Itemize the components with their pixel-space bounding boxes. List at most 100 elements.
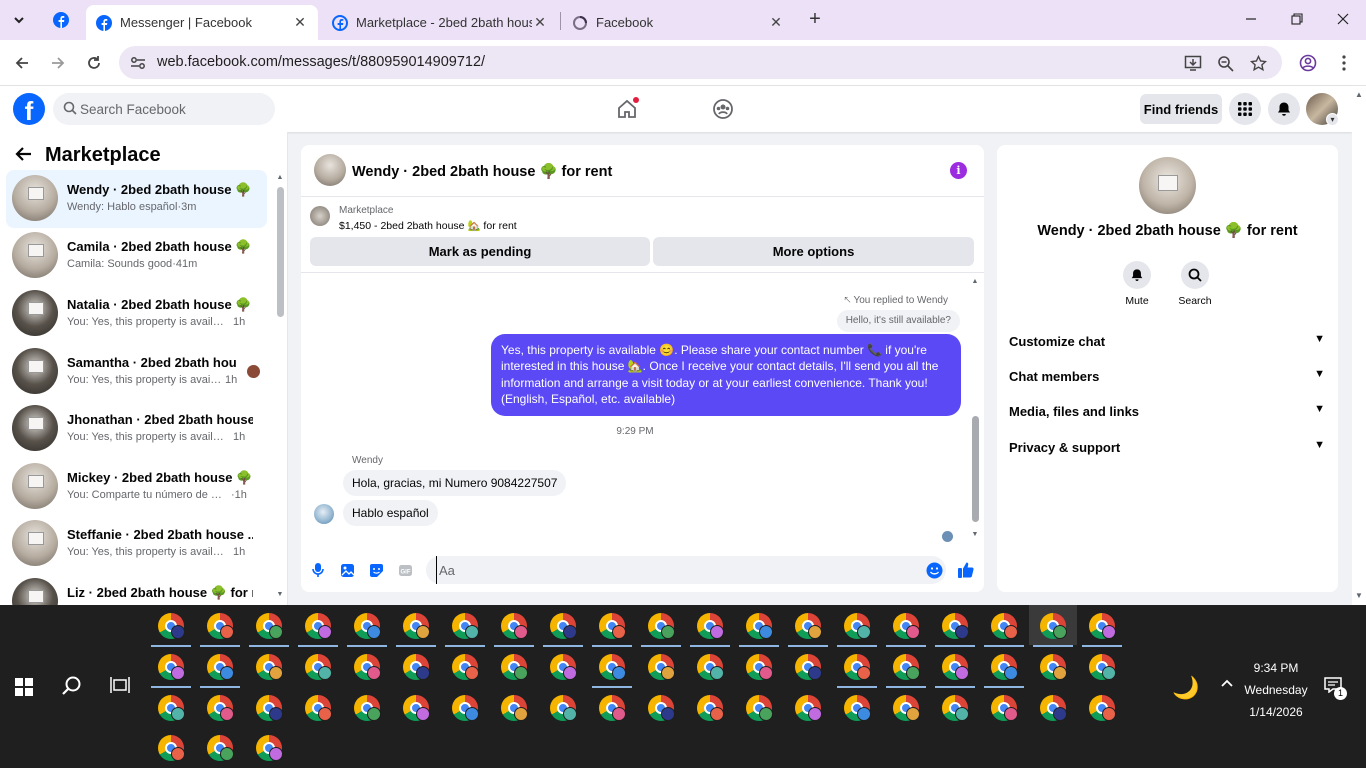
menu-button[interactable] bbox=[1229, 93, 1261, 125]
chrome-profile-icon[interactable] bbox=[1040, 654, 1067, 680]
back-arrow-icon[interactable] bbox=[14, 144, 34, 170]
chrome-profile-icon[interactable] bbox=[207, 695, 234, 721]
conversation-item[interactable]: Natalia · 2bed 2bath house 🌳 f... You: Y… bbox=[6, 285, 267, 343]
page-scrollbar[interactable]: ▲ ▼ bbox=[1352, 86, 1366, 605]
chrome-profile-icon[interactable] bbox=[403, 654, 430, 680]
chrome-profile-icon[interactable] bbox=[648, 695, 675, 721]
site-settings-icon[interactable] bbox=[129, 54, 147, 72]
message-input-box[interactable] bbox=[426, 556, 946, 584]
restore-button[interactable] bbox=[1286, 8, 1308, 30]
chrome-profile-icon[interactable] bbox=[501, 695, 528, 721]
scroll-up-arrow[interactable]: ▲ bbox=[971, 278, 979, 285]
chrome-profile-icon[interactable] bbox=[844, 654, 871, 680]
scroll-up-arrow[interactable]: ▲ bbox=[276, 174, 284, 181]
tab-marketplace[interactable]: Marketplace - 2bed 2bath house ✕ bbox=[322, 5, 558, 40]
chrome-profile-icon[interactable] bbox=[207, 735, 234, 761]
more-options-button[interactable]: More options bbox=[653, 237, 974, 266]
chat-avatar[interactable] bbox=[314, 154, 346, 186]
scrollbar-thumb[interactable] bbox=[972, 416, 979, 522]
reply-quote[interactable]: Hello, it's still available? bbox=[836, 310, 960, 332]
chrome-profile-icon[interactable] bbox=[256, 695, 283, 721]
message-input[interactable] bbox=[436, 556, 916, 584]
chrome-profile-icon[interactable] bbox=[550, 613, 577, 639]
chrome-profile-icon[interactable] bbox=[501, 613, 528, 639]
chrome-profile-icon[interactable] bbox=[1040, 695, 1067, 721]
pinned-tab-facebook[interactable] bbox=[48, 8, 74, 32]
chrome-profile-icon[interactable] bbox=[158, 695, 185, 721]
sender-avatar[interactable] bbox=[314, 504, 334, 524]
scroll-down-arrow[interactable]: ▼ bbox=[971, 531, 979, 538]
sticker-button[interactable] bbox=[366, 560, 386, 580]
chrome-profile-icon[interactable] bbox=[256, 613, 283, 639]
close-window-button[interactable] bbox=[1332, 8, 1354, 30]
reload-button[interactable] bbox=[81, 50, 107, 76]
tab-facebook[interactable]: Facebook ✕ bbox=[562, 5, 794, 40]
chrome-profile-icon[interactable] bbox=[648, 654, 675, 680]
chrome-profile-icon[interactable] bbox=[403, 695, 430, 721]
chrome-profile-icon[interactable] bbox=[207, 613, 234, 639]
outgoing-message[interactable]: Yes, this property is available 😊. Pleas… bbox=[491, 334, 961, 416]
chrome-profile-icon[interactable] bbox=[256, 654, 283, 680]
chrome-profile-icon[interactable] bbox=[1089, 613, 1116, 639]
chrome-profile-icon[interactable] bbox=[844, 695, 871, 721]
mute-button[interactable]: Mute bbox=[1112, 261, 1162, 307]
scrollbar-thumb[interactable] bbox=[277, 187, 284, 317]
chrome-profile-icon[interactable] bbox=[305, 613, 332, 639]
incoming-message[interactable]: Hola, gracias, mi Numero 9084227507 bbox=[343, 470, 567, 496]
chrome-profile-icon[interactable] bbox=[844, 613, 871, 639]
listing-title[interactable]: $1,450 - 2bed 2bath house 🏡 for rent bbox=[339, 219, 517, 232]
close-icon[interactable]: ✕ bbox=[292, 14, 308, 31]
chrome-profile-icon[interactable] bbox=[501, 654, 528, 680]
tab-messenger[interactable]: Messenger | Facebook ✕ bbox=[86, 5, 318, 40]
search-input[interactable] bbox=[80, 93, 270, 125]
browser-menu-button[interactable] bbox=[1331, 50, 1357, 76]
chrome-profile-icon[interactable] bbox=[1089, 695, 1116, 721]
chrome-profile-icon[interactable] bbox=[991, 695, 1018, 721]
chrome-profile-icon[interactable] bbox=[305, 695, 332, 721]
customize-chat-section[interactable]: Customize chat ▼ bbox=[1009, 331, 1327, 353]
chat-members-section[interactable]: Chat members ▼ bbox=[1009, 366, 1327, 388]
profile-button[interactable] bbox=[1295, 50, 1321, 76]
chrome-profile-icon[interactable] bbox=[746, 613, 773, 639]
chrome-profile-icon[interactable] bbox=[550, 695, 577, 721]
chrome-profile-icon[interactable] bbox=[550, 654, 577, 680]
chat-title[interactable]: Wendy · 2bed 2bath house 🌳 for rent bbox=[352, 163, 612, 180]
groups-button[interactable] bbox=[712, 98, 734, 120]
info-icon[interactable]: i bbox=[950, 162, 967, 179]
chrome-profile-icon[interactable] bbox=[942, 613, 969, 639]
message-scrollbar[interactable]: ▲ ▼ bbox=[971, 276, 979, 542]
chevron-down-icon[interactable]: ▾ bbox=[1326, 113, 1339, 126]
media-files-section[interactable]: Media, files and links ▼ bbox=[1009, 401, 1327, 423]
chrome-profile-icon[interactable] bbox=[599, 695, 626, 721]
voice-clip-button[interactable] bbox=[308, 560, 328, 580]
chrome-profile-icon[interactable] bbox=[991, 654, 1018, 680]
conversation-item[interactable]: Camila · 2bed 2bath house 🌳 f... Camila:… bbox=[6, 227, 267, 285]
chrome-profile-icon[interactable] bbox=[158, 613, 185, 639]
chrome-profile-icon[interactable] bbox=[795, 654, 822, 680]
chrome-profile-icon[interactable] bbox=[1040, 613, 1067, 639]
chrome-profile-icon[interactable] bbox=[648, 613, 675, 639]
conversation-item[interactable]: Steffanie · 2bed 2bath house ... You: Ye… bbox=[6, 515, 267, 573]
info-avatar[interactable] bbox=[1139, 157, 1196, 214]
chrome-profile-icon[interactable] bbox=[354, 613, 381, 639]
install-app-button[interactable] bbox=[1183, 53, 1203, 73]
chrome-profile-icon[interactable] bbox=[305, 654, 332, 680]
conversation-item[interactable]: Liz · 2bed 2bath house 🌳 for re... bbox=[6, 573, 267, 605]
start-button[interactable] bbox=[15, 678, 33, 696]
chrome-profile-icon[interactable] bbox=[599, 613, 626, 639]
facebook-search[interactable] bbox=[53, 93, 275, 125]
night-light-icon[interactable]: 🌙 bbox=[1172, 675, 1199, 701]
chrome-profile-icon[interactable] bbox=[256, 735, 283, 761]
chrome-profile-icon[interactable] bbox=[158, 735, 185, 761]
minimize-button[interactable] bbox=[1240, 8, 1262, 30]
incoming-message[interactable]: Hablo español bbox=[343, 500, 438, 526]
chrome-profile-icon[interactable] bbox=[942, 654, 969, 680]
chrome-profile-icon[interactable] bbox=[697, 654, 724, 680]
chrome-profile-icon[interactable] bbox=[746, 654, 773, 680]
chrome-profile-icon[interactable] bbox=[991, 613, 1018, 639]
like-button[interactable] bbox=[956, 560, 976, 580]
system-clock[interactable]: 9:34 PM Wednesday 1/14/2026 bbox=[1236, 657, 1316, 723]
chrome-profile-icon[interactable] bbox=[893, 613, 920, 639]
chrome-profile-icon[interactable] bbox=[158, 654, 185, 680]
chrome-profile-icon[interactable] bbox=[452, 613, 479, 639]
